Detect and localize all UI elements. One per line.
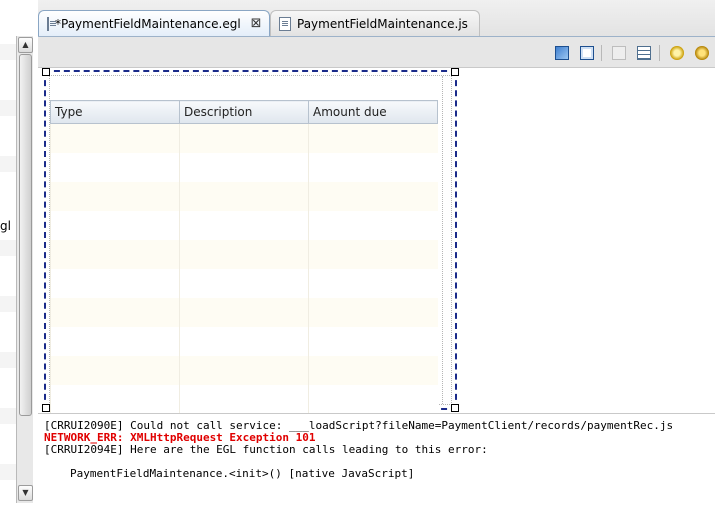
table-cell[interactable] xyxy=(50,385,180,414)
table-cell[interactable] xyxy=(50,269,180,298)
left-panel-row[interactable] xyxy=(0,240,16,256)
table-cell[interactable] xyxy=(179,240,309,269)
selected-widget-box[interactable]: Type Description Amount due xyxy=(42,68,459,414)
table-cell[interactable] xyxy=(179,182,309,211)
design-frame-icon[interactable] xyxy=(580,46,594,60)
tab-payment-field-maintenance-egl[interactable]: *PaymentFieldMaintenance.egl ⊠ xyxy=(38,10,270,36)
tab-label: *PaymentFieldMaintenance.egl xyxy=(55,16,241,31)
table-cell[interactable] xyxy=(308,240,438,269)
table-cell[interactable] xyxy=(308,356,438,385)
editor-tab-bar: *PaymentFieldMaintenance.egl ⊠ PaymentFi… xyxy=(38,0,715,37)
left-panel-row[interactable] xyxy=(0,296,16,312)
table-row[interactable] xyxy=(50,240,438,269)
console-line-trace-header: [CRRUI2094E] Here are the EGL function c… xyxy=(44,443,488,456)
column-header-type[interactable]: Type xyxy=(50,100,180,124)
payment-data-grid[interactable]: Type Description Amount due xyxy=(50,100,438,414)
left-panel-row[interactable] xyxy=(0,352,16,368)
table-row[interactable] xyxy=(50,123,438,153)
left-panel-row[interactable] xyxy=(0,464,16,480)
left-panel-row[interactable] xyxy=(0,184,16,200)
run-gear-icon[interactable] xyxy=(670,46,684,60)
table-cell[interactable] xyxy=(50,327,180,356)
console-output: [CRRUI2090E] Could not call service: ___… xyxy=(38,413,715,506)
table-cell[interactable] xyxy=(179,211,309,240)
preview-layout-icon[interactable] xyxy=(555,46,569,60)
properties-list-icon[interactable] xyxy=(637,46,651,60)
resize-handle[interactable] xyxy=(451,404,459,412)
table-cell[interactable] xyxy=(308,269,438,298)
table-row[interactable] xyxy=(50,153,438,182)
table-cell[interactable] xyxy=(50,153,180,182)
toolbar-separator xyxy=(659,45,660,61)
egl-file-icon xyxy=(47,16,56,31)
left-panel-row[interactable] xyxy=(0,128,16,144)
table-cell[interactable] xyxy=(50,240,180,269)
left-panel-row[interactable] xyxy=(0,436,16,452)
table-cell[interactable] xyxy=(179,123,309,153)
refresh-gear-icon[interactable] xyxy=(695,46,709,60)
left-panel-scrollbar[interactable]: ▲ ▼ xyxy=(16,36,33,503)
table-cell[interactable] xyxy=(308,327,438,356)
table-cell[interactable] xyxy=(50,298,180,327)
scrollbar-thumb[interactable] xyxy=(19,54,32,416)
table-cell[interactable] xyxy=(308,123,438,153)
left-panel: gl ▲ ▼ xyxy=(0,0,39,505)
console-line-trace-entry: PaymentFieldMaintenance.<init>() [native… xyxy=(70,467,415,480)
table-row[interactable] xyxy=(50,356,438,385)
design-toolbar xyxy=(38,37,715,68)
table-row[interactable] xyxy=(50,211,438,240)
close-tab-icon[interactable]: ⊠ xyxy=(251,16,262,31)
table-cell[interactable] xyxy=(179,356,309,385)
column-header-description[interactable]: Description xyxy=(179,100,309,124)
table-cell[interactable] xyxy=(179,298,309,327)
resize-handle[interactable] xyxy=(42,404,50,412)
disabled-action-icon xyxy=(612,46,626,60)
table-cell[interactable] xyxy=(308,153,438,182)
resize-handle[interactable] xyxy=(42,68,50,76)
tab-label: PaymentFieldMaintenance.js xyxy=(297,16,468,31)
left-panel-row[interactable] xyxy=(0,44,16,60)
js-file-icon xyxy=(279,16,291,31)
scroll-up-icon[interactable]: ▲ xyxy=(18,37,33,53)
toolbar-separator xyxy=(601,45,602,61)
table-row[interactable] xyxy=(50,269,438,298)
table-cell[interactable] xyxy=(308,385,438,414)
table-cell[interactable] xyxy=(179,153,309,182)
table-cell[interactable] xyxy=(179,269,309,298)
left-panel-row[interactable] xyxy=(0,72,16,88)
left-panel-row[interactable] xyxy=(0,408,16,424)
table-cell[interactable] xyxy=(50,211,180,240)
left-panel-row[interactable] xyxy=(0,100,16,116)
table-cell[interactable] xyxy=(308,182,438,211)
left-panel-text-fragment: gl xyxy=(0,219,11,233)
table-row[interactable] xyxy=(50,327,438,356)
table-cell[interactable] xyxy=(50,123,180,153)
resize-handle[interactable] xyxy=(451,68,459,76)
left-panel-row[interactable] xyxy=(0,268,16,284)
design-canvas[interactable]: Type Description Amount due xyxy=(38,68,715,414)
table-cell[interactable] xyxy=(50,356,180,385)
tab-payment-field-maintenance-js[interactable]: PaymentFieldMaintenance.js xyxy=(270,10,480,36)
left-panel-row[interactable] xyxy=(0,380,16,396)
table-cell[interactable] xyxy=(179,385,309,414)
left-panel-row[interactable] xyxy=(0,156,16,172)
grid-header-row: Type Description Amount due xyxy=(50,100,438,124)
table-cell[interactable] xyxy=(308,298,438,327)
table-cell[interactable] xyxy=(308,211,438,240)
scroll-down-icon[interactable]: ▼ xyxy=(18,485,33,501)
table-cell[interactable] xyxy=(50,182,180,211)
column-header-amount-due[interactable]: Amount due xyxy=(308,100,438,124)
table-cell[interactable] xyxy=(179,327,309,356)
table-row[interactable] xyxy=(50,298,438,327)
table-row[interactable] xyxy=(50,182,438,211)
table-row[interactable] xyxy=(50,385,438,414)
left-panel-row[interactable] xyxy=(0,324,16,340)
